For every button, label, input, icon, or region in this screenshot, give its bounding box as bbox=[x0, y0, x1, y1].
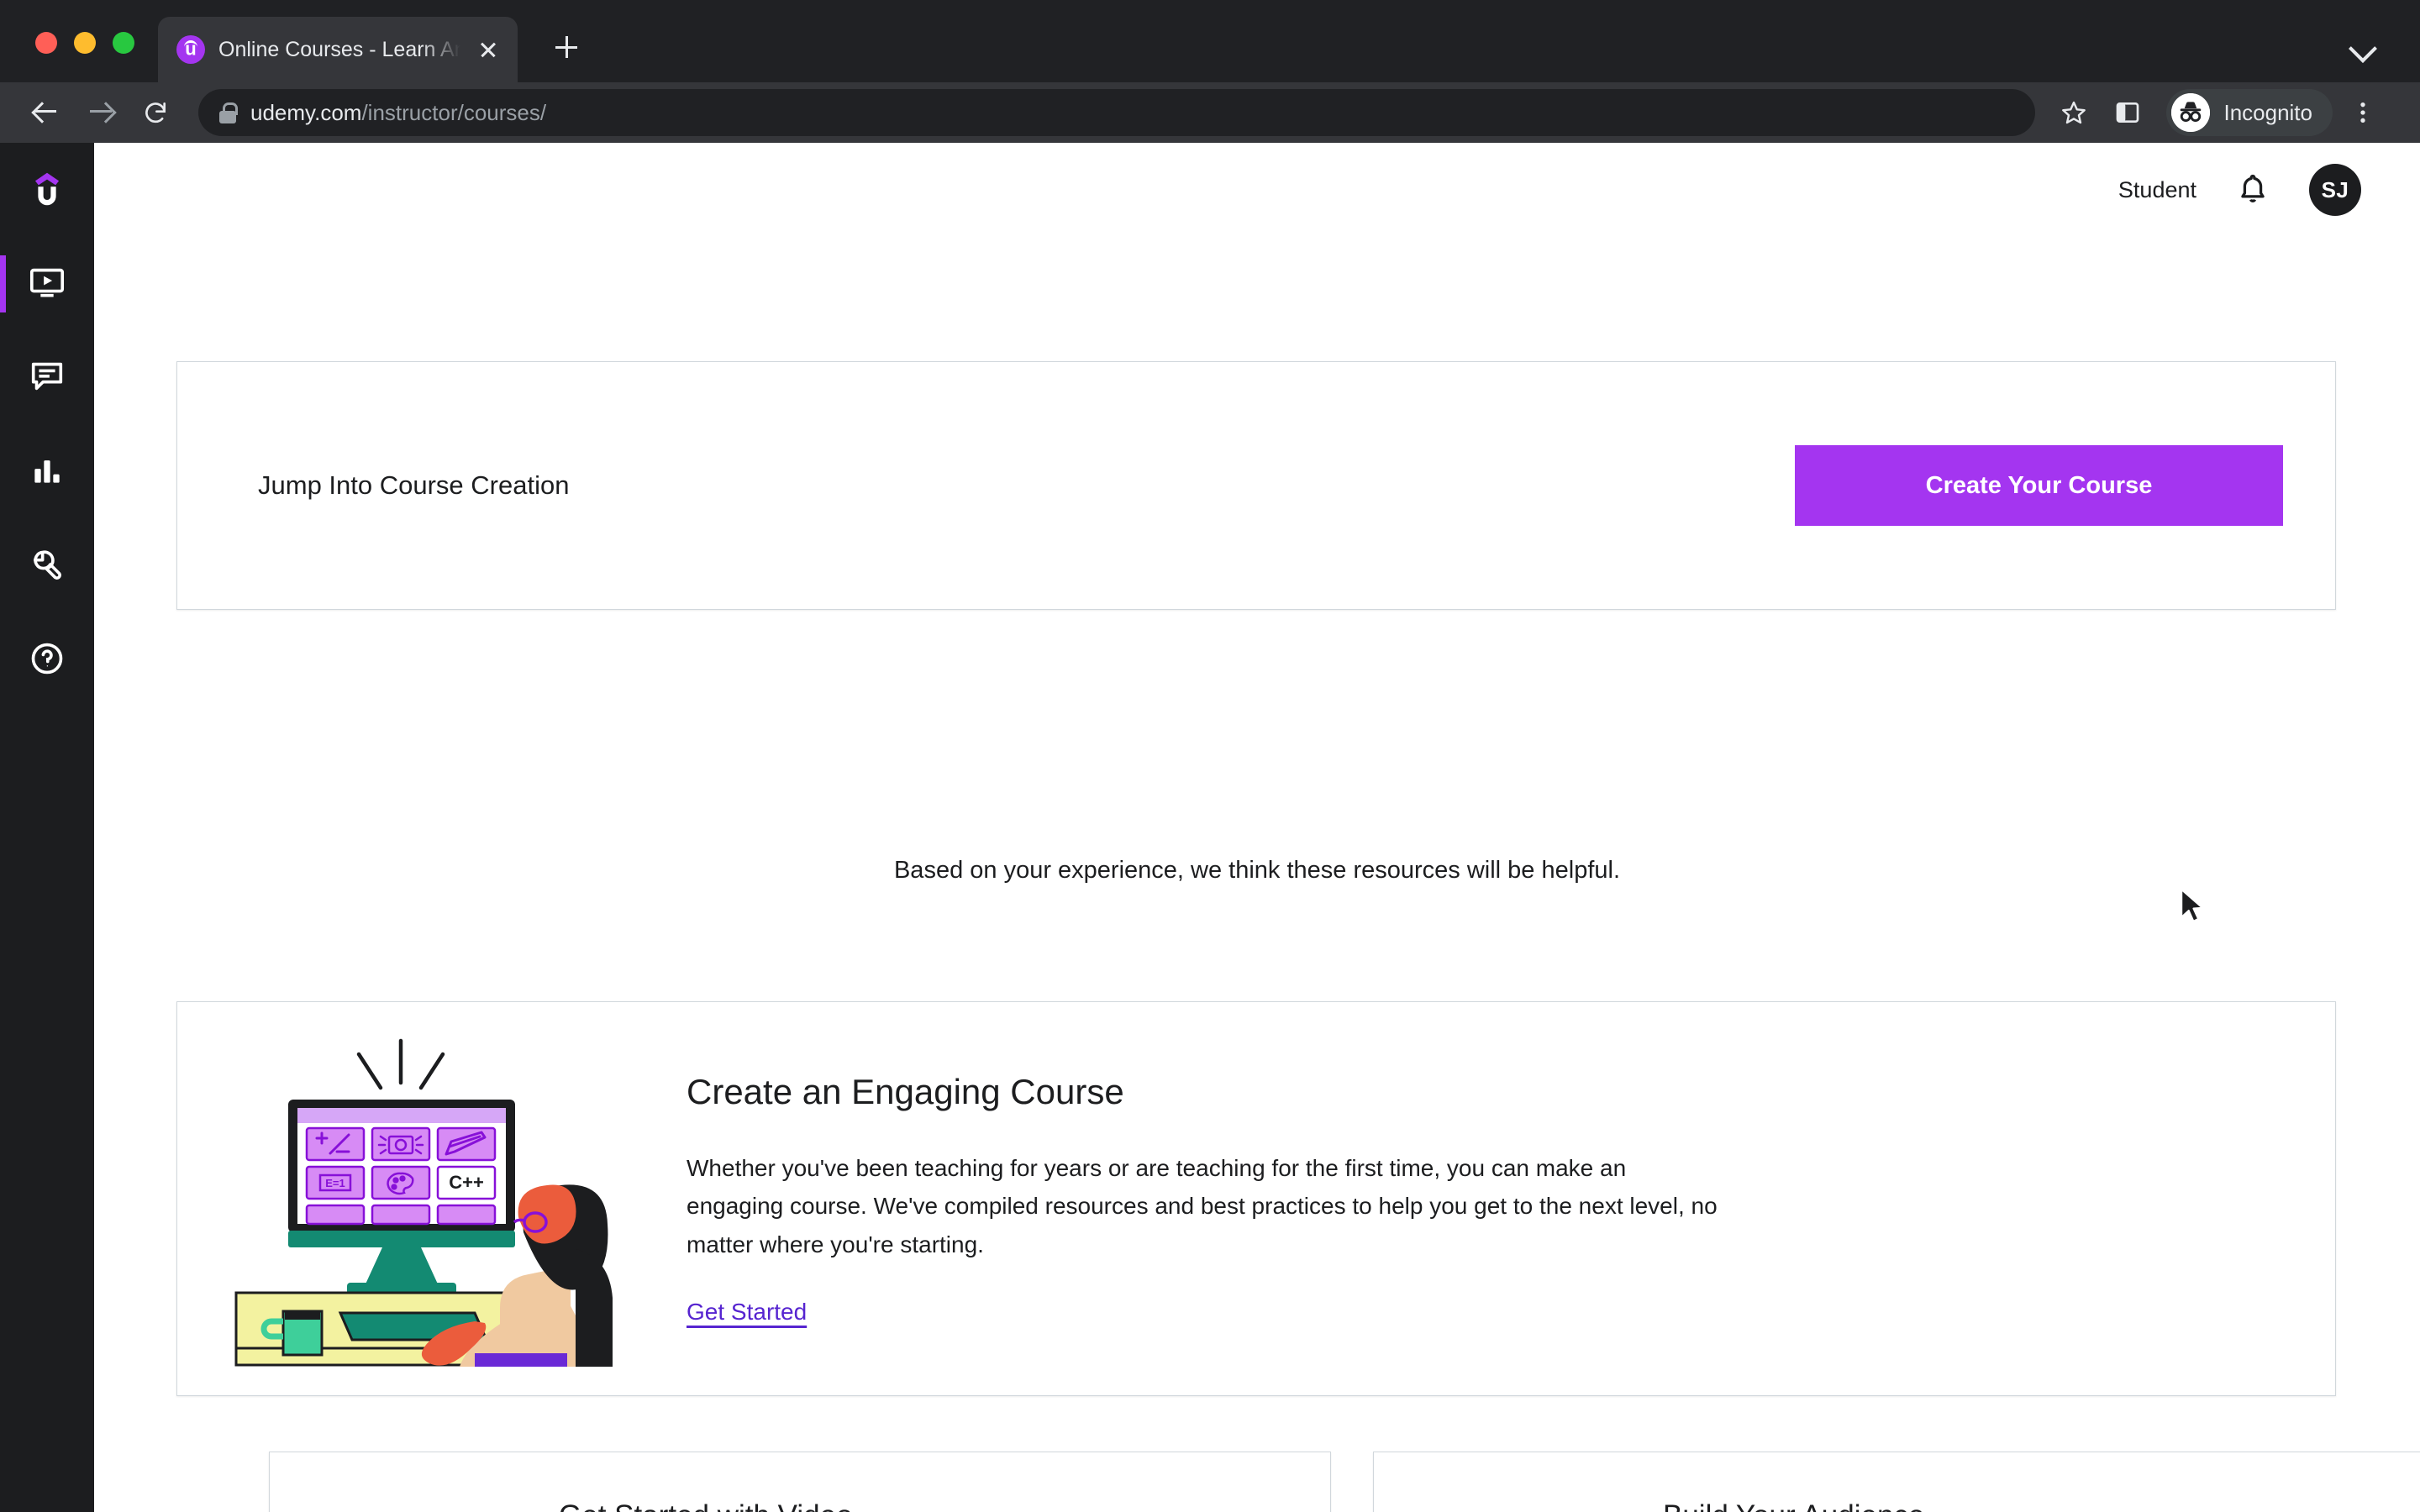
sidebar-item-performance[interactable] bbox=[0, 425, 94, 519]
incognito-profile-chip[interactable]: Incognito bbox=[2166, 89, 2333, 136]
engaging-card-body: Whether you've been teaching for years o… bbox=[687, 1154, 1718, 1257]
wrench-icon bbox=[28, 545, 66, 588]
create-your-course-button[interactable]: Create Your Course bbox=[1795, 445, 2283, 526]
url-path: /instructor/courses/ bbox=[361, 99, 547, 125]
incognito-icon bbox=[2171, 93, 2211, 132]
video-monitor-icon bbox=[28, 263, 66, 306]
address-bar[interactable]: udemy.com/instructor/courses/ bbox=[198, 89, 2036, 136]
get-started-link[interactable]: Get Started bbox=[687, 1299, 807, 1326]
page-header: Student SJ bbox=[94, 143, 2420, 237]
forward-arrow-right-icon[interactable] bbox=[76, 88, 124, 137]
svg-text:C++: C++ bbox=[449, 1172, 484, 1193]
tab-search-chevron-down-icon[interactable] bbox=[2346, 30, 2380, 64]
lock-icon bbox=[218, 102, 238, 123]
question-circle-icon bbox=[28, 639, 66, 682]
new-tab-plus-icon[interactable] bbox=[546, 27, 587, 67]
svg-text:E=1: E=1 bbox=[325, 1177, 345, 1189]
main-content: Student SJ Jump Into Course Creation Cre… bbox=[94, 143, 2420, 1512]
create-engaging-course-card: E=1 C++ Create an Engaging Course Whethe… bbox=[176, 1001, 2336, 1396]
browser-window: Online Courses - Learn Anything, On Your… bbox=[0, 0, 2420, 1512]
incognito-label: Incognito bbox=[2223, 99, 2312, 125]
kebab-menu-icon[interactable] bbox=[2339, 89, 2386, 136]
tab-strip: Online Courses - Learn Anything, On Your… bbox=[0, 0, 2420, 82]
sidebar-item-communication[interactable] bbox=[0, 331, 94, 425]
student-mode-link[interactable]: Student bbox=[2118, 177, 2196, 203]
sidebar-item-resources[interactable] bbox=[0, 613, 94, 707]
minimize-window-button[interactable] bbox=[74, 32, 96, 54]
browser-tab[interactable]: Online Courses - Learn Anything, On Your… bbox=[158, 17, 518, 82]
udemy-logo-icon[interactable] bbox=[0, 143, 94, 237]
browser-toolbar: udemy.com/instructor/courses/ Incognito bbox=[0, 82, 2420, 143]
url-text: udemy.com/instructor/courses/ bbox=[250, 100, 546, 126]
build-your-audience-card: Build Your Audience Set your course up f… bbox=[1373, 1452, 2420, 1512]
avatar[interactable]: SJ bbox=[2309, 164, 2361, 216]
maximize-window-button[interactable] bbox=[113, 32, 134, 54]
close-window-button[interactable] bbox=[35, 32, 57, 54]
audience-card-heading: Build Your Audience bbox=[1663, 1499, 2407, 1512]
engaging-card-text: Create an Engaging Course Whether you've… bbox=[687, 1072, 2335, 1326]
tab-title: Online Courses - Learn Anything, On Your… bbox=[218, 37, 460, 61]
sidebar-item-tools[interactable] bbox=[0, 519, 94, 613]
audience-card-text: Build Your Audience Set your course up f… bbox=[1663, 1499, 2420, 1512]
bookmark-star-icon[interactable] bbox=[2050, 89, 2097, 136]
get-started-with-video-card: Get Started with Video Quality video lec… bbox=[269, 1452, 1331, 1512]
instructor-sidebar bbox=[0, 143, 94, 1512]
recommendation-tagline: Based on your experience, we think these… bbox=[893, 857, 1621, 884]
jump-into-course-creation-card: Jump Into Course Creation Create Your Co… bbox=[176, 361, 2336, 610]
video-card-text: Get Started with Video Quality video lec… bbox=[559, 1499, 1330, 1512]
video-card-heading: Get Started with Video bbox=[559, 1499, 1302, 1512]
udemy-favicon-icon bbox=[176, 35, 205, 64]
engaging-card-heading: Create an Engaging Course bbox=[687, 1071, 1124, 1111]
person-at-desk-with-monitor-illustration: E=1 C++ bbox=[223, 1031, 626, 1367]
speech-bubble-icon bbox=[28, 357, 66, 400]
sidebar-item-courses[interactable] bbox=[0, 237, 94, 331]
bar-chart-icon bbox=[29, 452, 66, 493]
close-tab-icon[interactable] bbox=[474, 35, 502, 64]
back-arrow-left-icon[interactable] bbox=[20, 88, 69, 137]
window-controls bbox=[0, 32, 134, 82]
jump-card-title: Jump Into Course Creation bbox=[258, 470, 570, 500]
bell-icon[interactable] bbox=[2233, 171, 2272, 209]
page-viewport: Student SJ Jump Into Course Creation Cre… bbox=[0, 143, 2420, 1512]
reload-icon[interactable] bbox=[131, 88, 180, 137]
url-domain: udemy.com bbox=[250, 99, 362, 125]
side-panel-icon[interactable] bbox=[2104, 89, 2151, 136]
